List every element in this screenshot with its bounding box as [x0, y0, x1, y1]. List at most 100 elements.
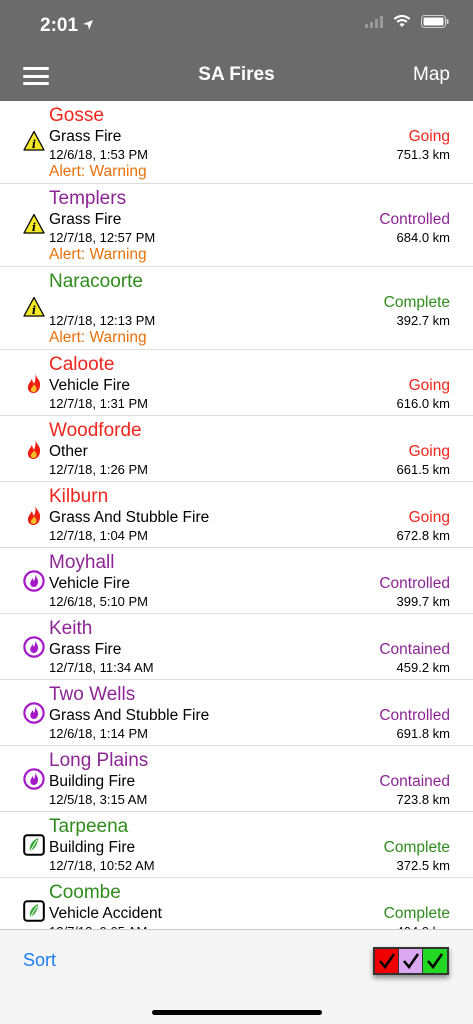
fire-name: Naracoorte [49, 271, 143, 292]
fire-list-item[interactable]: Woodforde Other 12/7/18, 1:26 PM Going 661.5… [0, 416, 473, 482]
fire-type: Grass And Stubble Fire [49, 707, 210, 724]
fire-list-item[interactable]: i Naracoorte 12/7/18, 12:13 PM Alert: Warni… [0, 267, 473, 350]
fire-list-item[interactable]: i Gosse Grass Fire 12/6/18, 1:53 PM Alert: W… [0, 101, 473, 184]
fire-alert: Alert: Warning [49, 163, 147, 180]
fire-date: 12/7/18, 12:13 PM [49, 313, 156, 328]
fire-list-item[interactable]: Caloote Vehicle Fire 12/7/18, 1:31 PM Going… [0, 350, 473, 416]
svg-text:i: i [32, 304, 36, 317]
complete-leaf-icon [23, 834, 45, 856]
filter-complete-checkbox[interactable] [423, 949, 447, 973]
fire-name: Two Wells [49, 684, 136, 705]
fire-name: Keith [49, 618, 93, 639]
checkmark-icon [427, 953, 444, 970]
checkmark-icon [379, 953, 396, 970]
bottom-toolbar: Sort [0, 929, 473, 1024]
fire-type: Vehicle Fire [49, 575, 130, 592]
fire-name: Caloote [49, 354, 115, 375]
filter-controlled-checkbox[interactable] [399, 949, 423, 973]
fire-list-item[interactable]: Two Wells Grass And Stubble Fire 12/6/18, … [0, 680, 473, 746]
status-bar: 2:01 [0, 0, 473, 50]
status-indicators [365, 14, 449, 33]
svg-text:i: i [32, 221, 36, 234]
svg-text:i: i [32, 138, 36, 151]
fire-date: 12/6/18, 5:10 PM [49, 594, 149, 609]
fire-type: Grass Fire [49, 641, 122, 658]
fire-date: 12/5/18, 3:15 AM [49, 792, 148, 807]
fire-name: Long Plains [49, 750, 149, 771]
status-filter-button[interactable] [373, 947, 449, 975]
fire-distance: 672.8 km [396, 528, 450, 543]
fire-distance: 684.0 km [396, 230, 450, 245]
fire-list[interactable]: i Gosse Grass Fire 12/6/18, 1:53 PM Alert: W… [0, 101, 473, 929]
battery-icon [421, 15, 449, 33]
fire-date: 12/6/18, 1:53 PM [49, 147, 149, 162]
fire-status: Controlled [379, 707, 450, 724]
navigation-bar: SA Fires Map [0, 50, 473, 101]
fire-type: Grass Fire [49, 211, 122, 228]
fire-alert: Alert: Warning [49, 246, 147, 263]
fire-type: Grass And Stubble Fire [49, 509, 210, 526]
fire-status: Complete [383, 294, 450, 311]
fire-type: Grass Fire [49, 128, 122, 145]
page-title: SA Fires [198, 64, 275, 85]
fire-list-item[interactable]: Keith Grass Fire 12/7/18, 11:34 AM Containe… [0, 614, 473, 680]
controlled-flame-icon [23, 702, 45, 724]
controlled-flame-icon [23, 636, 45, 658]
fire-type: Vehicle Accident [49, 905, 162, 922]
flame-icon [23, 372, 45, 394]
controlled-flame-icon [23, 768, 45, 790]
fire-distance: 399.7 km [396, 594, 450, 609]
fire-name: Templers [49, 188, 127, 209]
complete-leaf-icon [23, 900, 45, 922]
home-indicator [152, 1010, 322, 1015]
wifi-icon [393, 14, 411, 33]
fire-date: 12/7/18, 10:52 AM [49, 858, 155, 873]
fire-name: Woodforde [49, 420, 142, 441]
fire-date: 12/7/18, 12:57 PM [49, 230, 156, 245]
fire-status: Contained [379, 641, 450, 658]
warning-icon: i [23, 130, 45, 152]
fire-name: Gosse [49, 105, 104, 126]
fire-date: 12/6/18, 1:14 PM [49, 726, 149, 741]
fire-distance: 372.5 km [396, 858, 450, 873]
fire-list-item[interactable]: Kilburn Grass And Stubble Fire 12/7/18, 1:… [0, 482, 473, 548]
flame-icon [23, 504, 45, 526]
fire-distance: 459.2 km [396, 660, 450, 675]
flame-icon [23, 438, 45, 460]
map-button[interactable]: Map [413, 64, 450, 86]
fire-name: Kilburn [49, 486, 109, 507]
fire-list-item[interactable]: Moyhall Vehicle Fire 12/6/18, 5:10 PM Contr… [0, 548, 473, 614]
fire-date: 12/7/18, 11:34 AM [49, 660, 154, 675]
cellular-signal-icon [365, 15, 383, 33]
warning-icon: i [23, 296, 45, 318]
fire-distance: 661.5 km [396, 462, 450, 477]
fire-type: Other [49, 443, 88, 460]
fire-status: Going [408, 509, 450, 526]
checkmark-icon [403, 953, 420, 970]
fire-alert: Alert: Warning [49, 329, 147, 346]
fire-list-item[interactable]: Tarpeena Building Fire 12/7/18, 10:52 AM Co… [0, 812, 473, 878]
fire-type: Vehicle Fire [49, 377, 130, 394]
fire-status: Complete [383, 905, 450, 922]
filter-going-checkbox[interactable] [375, 949, 399, 973]
fire-list-item[interactable]: i Templers Grass Fire 12/7/18, 12:57 PM Aler… [0, 184, 473, 267]
fire-status: Controlled [379, 575, 450, 592]
fire-status: Complete [383, 839, 450, 856]
fire-date: 12/7/18, 1:31 PM [49, 396, 149, 411]
controlled-flame-icon [23, 570, 45, 592]
fire-status: Controlled [379, 211, 450, 228]
fire-type: Building Fire [49, 773, 136, 790]
fire-status: Contained [379, 773, 450, 790]
fire-date: 12/7/18, 1:26 PM [49, 462, 149, 477]
fire-list-item[interactable]: CoombeVehicle Accident12/7/18, 9:05 AMCo… [0, 878, 473, 929]
sort-button[interactable]: Sort [23, 950, 56, 971]
fire-distance: 723.8 km [396, 792, 450, 807]
warning-icon: i [23, 213, 45, 235]
fire-list-item[interactable]: Long Plains Building Fire 12/5/18, 3:15 AM… [0, 746, 473, 812]
fire-status: Going [408, 128, 450, 145]
fire-date: 12/7/18, 1:04 PM [49, 528, 149, 543]
fire-distance: 616.0 km [396, 396, 450, 411]
fire-type: Building Fire [49, 839, 136, 856]
fire-status: Going [408, 377, 450, 394]
fire-name: Coombe [49, 882, 121, 903]
